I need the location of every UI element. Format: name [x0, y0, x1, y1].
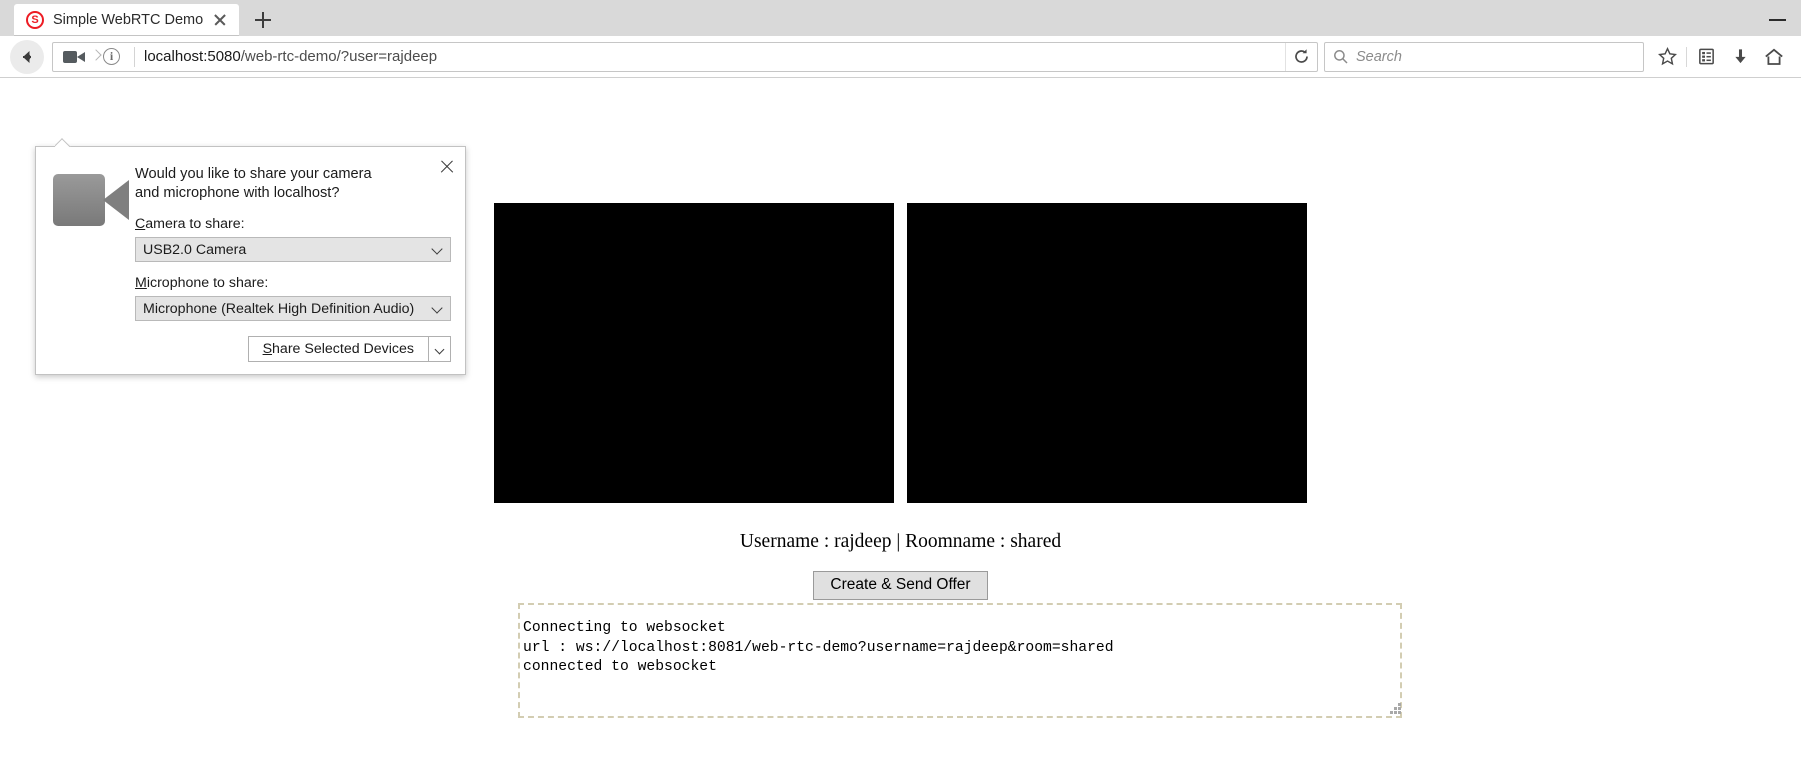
url-host: localhost:5080 — [144, 48, 241, 65]
share-selected-devices-button[interactable]: Share Selected Devices — [247, 336, 429, 362]
microphone-select-label: Microphone to share: — [135, 275, 269, 291]
tab-title: Simple WebRTC Demo — [53, 12, 204, 28]
camera-select[interactable]: USB2.0 Camera — [135, 237, 451, 262]
window-controls — [1755, 0, 1801, 36]
url-path: /web-rtc-demo/?user=rajdeep — [240, 48, 438, 65]
share-options-dropdown-button[interactable] — [429, 336, 451, 362]
webrtc-logo-icon: S — [26, 11, 44, 29]
camera-select-value: USB2.0 Camera — [143, 241, 247, 258]
microphone-select-value: Microphone (Realtek High Definition Audi… — [143, 300, 415, 317]
library-icon[interactable] — [1689, 40, 1723, 74]
camera-permission-dialog[interactable]: Would you like to share your camera and … — [35, 146, 466, 375]
chevron-right-icon — [91, 46, 100, 68]
search-bar[interactable]: Search — [1324, 41, 1644, 72]
log-output[interactable]: Connecting to websocket url : ws://local… — [518, 603, 1402, 718]
tab-strip: S Simple WebRTC Demo — [0, 0, 1801, 36]
navigation-toolbar: i localhost:5080/web-rtc-demo/?user=rajd… — [0, 36, 1801, 78]
chevron-down-icon — [434, 344, 445, 355]
home-icon[interactable] — [1757, 40, 1791, 74]
reload-icon[interactable] — [1285, 42, 1317, 71]
camera-select-label: Camera to share: — [135, 216, 245, 232]
camera-icon[interactable] — [61, 46, 89, 68]
page-content: Username : rajdeep | Roomname : shared C… — [0, 78, 1801, 779]
download-arrow-icon[interactable] — [1723, 40, 1757, 74]
remote-video[interactable] — [907, 203, 1307, 503]
info-icon[interactable]: i — [103, 48, 120, 65]
dialog-buttons: Share Selected Devices — [247, 336, 451, 362]
camera-icon — [53, 174, 131, 226]
dialog-arrow — [55, 138, 73, 147]
chevron-down-icon — [431, 243, 443, 255]
offer-button-row: Create & Send Offer — [0, 571, 1801, 600]
chevron-down-icon — [431, 302, 443, 314]
browser-tab[interactable]: S Simple WebRTC Demo — [14, 4, 240, 36]
url-divider — [134, 46, 135, 67]
site-identity-block: i — [53, 46, 126, 68]
back-arrow-icon[interactable] — [10, 39, 44, 74]
microphone-select[interactable]: Microphone (Realtek High Definition Audi… — [135, 296, 451, 321]
minimize-icon[interactable] — [1755, 0, 1801, 36]
close-icon[interactable] — [209, 9, 231, 31]
search-icon — [1334, 50, 1348, 64]
plus-icon[interactable] — [245, 4, 281, 36]
toolbar-divider — [1686, 46, 1687, 67]
resize-grip-icon[interactable] — [1390, 703, 1402, 715]
star-icon[interactable] — [1650, 40, 1684, 74]
local-video[interactable] — [494, 203, 894, 503]
identity-line: Username : rajdeep | Roomname : shared — [739, 531, 1062, 552]
browser-window: S Simple WebRTC Demo i localhost:5080/we… — [0, 0, 1801, 780]
address-bar[interactable]: i localhost:5080/web-rtc-demo/?user=rajd… — [52, 41, 1318, 72]
url-text: localhost:5080/web-rtc-demo/?user=rajdee… — [144, 48, 1285, 65]
dialog-body: Would you like to share your camera and … — [135, 165, 451, 334]
search-input[interactable]: Search — [1356, 49, 1402, 65]
create-send-offer-button[interactable]: Create & Send Offer — [813, 571, 988, 600]
permission-question: Would you like to share your camera and … — [135, 166, 372, 201]
